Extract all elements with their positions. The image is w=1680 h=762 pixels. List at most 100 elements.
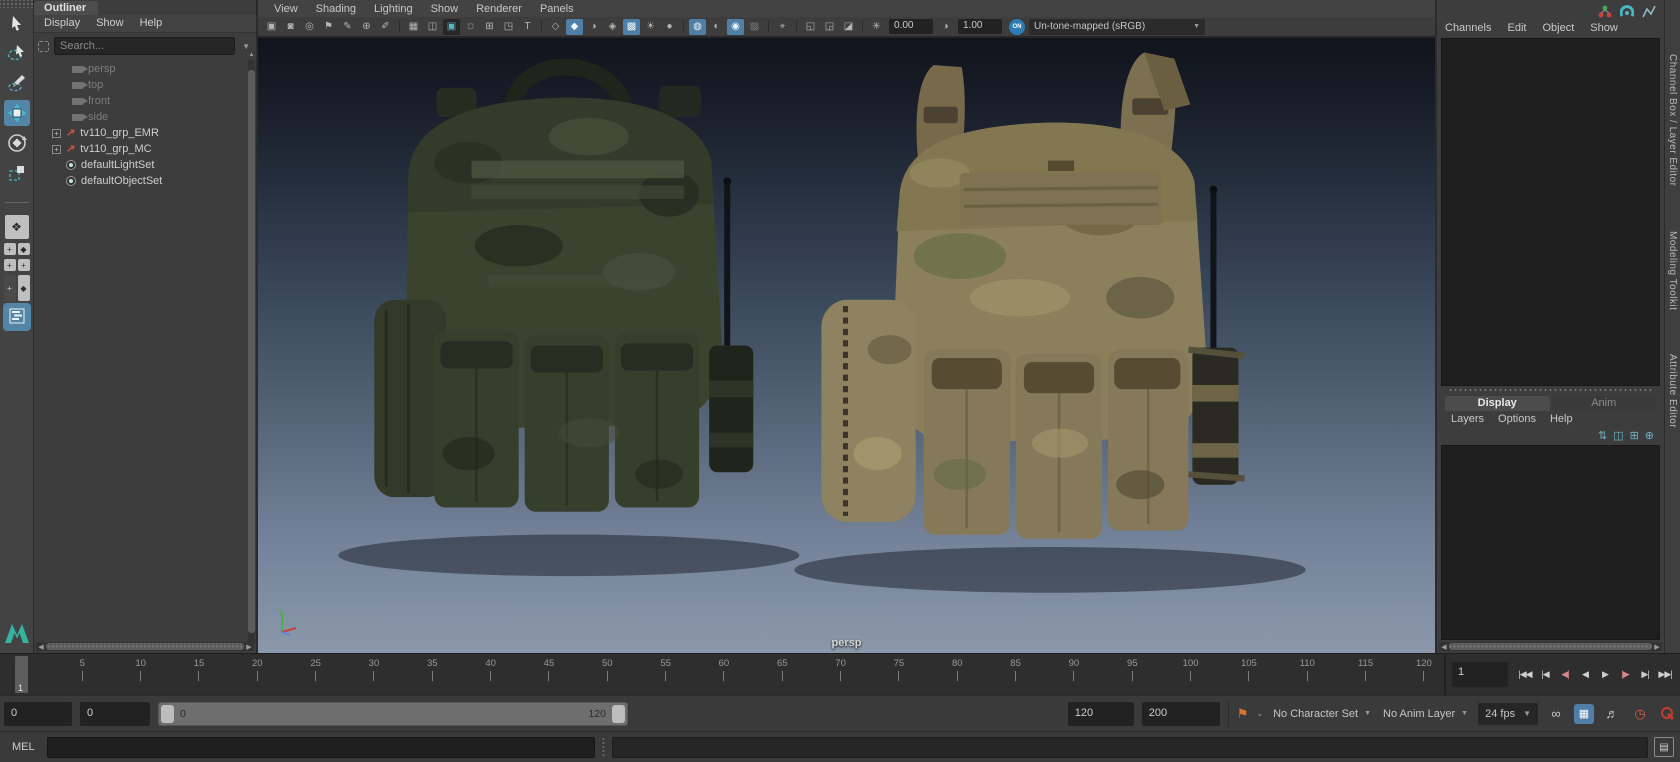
- motion-blur-icon[interactable]: ▩: [746, 19, 763, 35]
- exposure-field[interactable]: 0.00: [889, 19, 933, 34]
- outliner-persp-layout-button[interactable]: [5, 305, 29, 329]
- time-tick[interactable]: 95: [1126, 658, 1138, 695]
- playback-end-field[interactable]: 120: [1068, 702, 1134, 726]
- outliner-menu-show[interactable]: Show: [96, 17, 124, 32]
- search-options-caret-icon[interactable]: ▼: [242, 42, 250, 51]
- depth-of-field-icon[interactable]: ◐: [708, 19, 725, 35]
- channel-speed-icon[interactable]: [1620, 5, 1634, 21]
- scroll-right-icon[interactable]: ▶: [244, 643, 254, 651]
- toolbox-grip[interactable]: [0, 0, 33, 8]
- single-pane-layout-button[interactable]: ❖: [5, 215, 29, 239]
- tab-attribute-editor[interactable]: Attribute Editor: [1667, 354, 1678, 428]
- layers-menu[interactable]: Layers: [1451, 413, 1484, 425]
- go-to-end-button[interactable]: ▶▶|: [1656, 664, 1674, 686]
- range-start-handle[interactable]: [161, 705, 174, 723]
- select-camera-icon[interactable]: ▣: [263, 19, 280, 35]
- go-to-start-button[interactable]: |◀◀: [1516, 664, 1534, 686]
- time-tick[interactable]: 60: [718, 658, 730, 695]
- script-editor-icon[interactable]: ▤: [1654, 737, 1674, 757]
- cached-playback-icon[interactable]: ▦: [1574, 704, 1594, 724]
- time-tick[interactable]: 45: [543, 658, 555, 695]
- expand-icon[interactable]: +: [52, 129, 61, 138]
- time-tick[interactable]: 75: [893, 658, 905, 695]
- time-tick[interactable]: 20: [251, 658, 263, 695]
- time-tick[interactable]: 25: [310, 658, 322, 695]
- mel-toggle-button[interactable]: MEL: [6, 741, 41, 753]
- film-gate-icon[interactable]: ◫: [424, 19, 441, 35]
- play-forward-button[interactable]: ▶: [1596, 664, 1614, 686]
- exposure-icon[interactable]: ✳: [868, 19, 885, 35]
- viewport-menu-panels[interactable]: Panels: [540, 3, 574, 15]
- character-set-dropdown[interactable]: No Character Set ▼: [1271, 708, 1373, 720]
- playhead[interactable]: 1: [15, 656, 28, 693]
- time-tick[interactable]: 50: [601, 658, 613, 695]
- time-tick[interactable]: 105: [1243, 658, 1255, 695]
- time-tick[interactable]: 70: [835, 658, 847, 695]
- contrast-field[interactable]: 1.00: [958, 19, 1002, 34]
- time-tick[interactable]: 55: [660, 658, 672, 695]
- scale-tool[interactable]: [4, 160, 30, 186]
- camera-settings-icon[interactable]: ◎: [301, 19, 318, 35]
- scroll-left-icon[interactable]: ◀: [1439, 643, 1449, 651]
- loop-playback-icon[interactable]: ∞: [1546, 706, 1566, 721]
- grid-icon[interactable]: ▦: [405, 19, 422, 35]
- safe-action-icon[interactable]: ◳: [500, 19, 517, 35]
- outliner-item-front[interactable]: front: [34, 93, 256, 109]
- anti-alias-icon[interactable]: ◉: [727, 19, 744, 35]
- four-pane-layout-button-row2[interactable]: ++: [4, 259, 30, 271]
- time-tick[interactable]: 10: [135, 658, 147, 695]
- command-line-input[interactable]: [47, 737, 595, 758]
- time-tick[interactable]: 120: [1418, 658, 1430, 695]
- outliner-item-top[interactable]: top: [34, 77, 256, 93]
- audio-icon[interactable]: ♬: [1602, 706, 1622, 721]
- field-chart-icon[interactable]: ⊞: [481, 19, 498, 35]
- xray-joints-icon[interactable]: ◲: [821, 19, 838, 35]
- search-input[interactable]: [54, 37, 235, 55]
- time-ruler-ticks[interactable]: 1 05101520253035404550556065707580859095…: [0, 654, 1446, 695]
- step-forward-key-button[interactable]: |▶: [1616, 664, 1634, 686]
- tab-channel-box-layer-editor[interactable]: Channel Box / Layer Editor: [1667, 54, 1678, 187]
- viewport-canvas[interactable]: Y persp: [258, 38, 1435, 653]
- outliner-menu-help[interactable]: Help: [140, 17, 163, 32]
- scroll-right-icon[interactable]: ▶: [1652, 643, 1662, 651]
- smooth-shade-icon[interactable]: ◆: [566, 19, 583, 35]
- time-tick[interactable]: 5: [76, 658, 88, 695]
- outliner-title-tab[interactable]: Outliner: [34, 1, 98, 15]
- options-menu[interactable]: Options: [1498, 413, 1536, 425]
- time-tick[interactable]: 110: [1301, 658, 1313, 695]
- rotate-tool[interactable]: [4, 130, 30, 156]
- outliner-item-defaultLightSet[interactable]: defaultLightSet: [34, 157, 256, 173]
- outliner-item-side[interactable]: side: [34, 109, 256, 125]
- anim-layer-dropdown[interactable]: No Anim Layer ▼: [1381, 708, 1470, 720]
- resolution-gate-icon[interactable]: ▣: [443, 19, 460, 35]
- move-tool[interactable]: [4, 100, 30, 126]
- four-pane-layout-button[interactable]: +◆: [4, 243, 30, 255]
- play-backwards-button[interactable]: ◀: [1576, 664, 1594, 686]
- outliner-vertical-scrollbar[interactable]: ▲ ▼: [248, 60, 255, 643]
- auto-keyframe-icon[interactable]: [1658, 705, 1676, 723]
- bookmark-flag-icon[interactable]: ⚑: [1237, 706, 1249, 722]
- new-empty-layer-icon[interactable]: ⊞: [1630, 429, 1639, 442]
- show-menu[interactable]: Show: [1590, 22, 1618, 34]
- time-tick[interactable]: 80: [951, 658, 963, 695]
- channel-graph-icon[interactable]: [1642, 5, 1656, 21]
- viewport-menu-show[interactable]: Show: [431, 3, 459, 15]
- xray-icon[interactable]: ◱: [802, 19, 819, 35]
- time-tick[interactable]: 90: [1068, 658, 1080, 695]
- pan-zoom-2d-icon[interactable]: ⊕: [358, 19, 375, 35]
- paint-select-tool[interactable]: [4, 70, 30, 96]
- channel-box-list[interactable]: [1441, 38, 1660, 386]
- textured-icon[interactable]: ▩: [623, 19, 640, 35]
- tonemap-on-toggle[interactable]: ON: [1009, 19, 1025, 35]
- vest-emr[interactable]: [374, 67, 753, 512]
- animation-start-field[interactable]: 0: [4, 702, 72, 726]
- scroll-up-icon[interactable]: ▲: [248, 51, 255, 60]
- object-menu[interactable]: Object: [1542, 22, 1574, 34]
- playback-start-field[interactable]: 0: [80, 702, 150, 726]
- bookmark-icon[interactable]: ⚑: [320, 19, 337, 35]
- time-tick[interactable]: 15: [193, 658, 205, 695]
- time-tick[interactable]: 30: [368, 658, 380, 695]
- range-slider[interactable]: 0 120: [158, 702, 628, 726]
- scrollbar-thumb[interactable]: [248, 70, 255, 633]
- fps-dropdown[interactable]: 24 fps ▼: [1478, 703, 1538, 725]
